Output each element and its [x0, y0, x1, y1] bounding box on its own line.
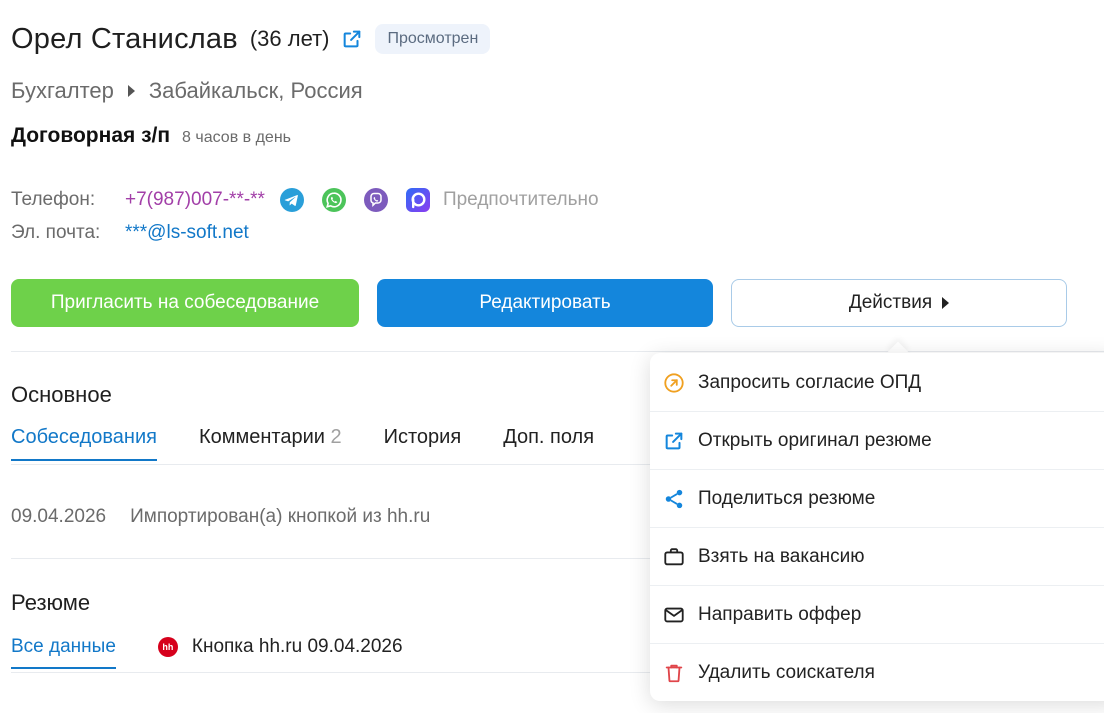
- menu-item-label: Открыть оригинал резюме: [698, 430, 932, 451]
- menu-item-delete-candidate[interactable]: Удалить соискателя: [650, 644, 1104, 702]
- menu-item-label: Удалить соискателя: [698, 662, 875, 683]
- salary-row: Договорная з/п 8 часов в день: [11, 124, 291, 148]
- tab-label: Комментарии: [198, 426, 325, 448]
- email-value[interactable]: ***@ls-soft.net: [125, 222, 249, 244]
- tab-all-data[interactable]: Все данные: [11, 636, 116, 669]
- arrow-right-icon: [942, 297, 950, 309]
- external-link-icon: [662, 429, 686, 453]
- hh-logo-icon: hh: [157, 637, 178, 657]
- salary-label: Договорная з/п: [11, 124, 171, 147]
- email-label: Эл. почта:: [11, 222, 101, 243]
- actions-button-label: Действия: [848, 292, 933, 313]
- menu-item-open-original[interactable]: Открыть оригинал резюме: [650, 412, 1104, 470]
- tab-history[interactable]: История: [384, 426, 462, 459]
- menu-item-label: Направить оффер: [698, 604, 862, 625]
- max-messenger-icon[interactable]: [405, 187, 431, 213]
- viber-icon[interactable]: [363, 187, 389, 213]
- menu-item-label: Взять на вакансию: [698, 546, 865, 567]
- telegram-icon[interactable]: [279, 187, 305, 213]
- resume-section-title: Резюме: [11, 590, 91, 615]
- trash-icon: [662, 661, 686, 685]
- preferred-contact-text: Предпочтительно: [442, 189, 599, 210]
- share-icon: [662, 487, 686, 511]
- tab-label: Доп. поля: [503, 426, 595, 448]
- menu-item-request-consent[interactable]: Запросить согласие ОПД: [650, 354, 1104, 412]
- position-row: Бухгалтер Забайкальск, Россия: [11, 78, 363, 104]
- tab-hh-source[interactable]: hh Кнопка hh.ru 09.04.2026: [157, 636, 403, 668]
- tab-label: Собеседования: [11, 426, 157, 448]
- phone-row: Телефон: +7(987)007-**-** Предпочтительн…: [11, 187, 599, 213]
- candidate-card: Орел Станислав (36 лет) Просмотрен Бухга…: [0, 0, 1104, 713]
- invite-interview-button[interactable]: Пригласить на собеседование: [11, 279, 359, 327]
- position-title: Бухгалтер: [11, 78, 114, 103]
- menu-item-label: Поделиться резюме: [698, 488, 876, 509]
- resume-tabs: Все данные hh Кнопка hh.ru 09.04.2026: [11, 636, 403, 669]
- edit-button[interactable]: Редактировать: [377, 279, 713, 327]
- candidate-age: (36 лет): [249, 26, 330, 51]
- main-tabs: Собеседования Комментарии 2 История Доп.…: [11, 426, 636, 461]
- work-hours: 8 часов в день: [182, 129, 291, 146]
- menu-item-send-offer[interactable]: Направить оффер: [650, 586, 1104, 644]
- divider: [11, 351, 1104, 352]
- phone-label: Телефон:: [11, 189, 96, 210]
- external-link-icon[interactable]: [341, 28, 363, 50]
- event-text: Импортирован(а) кнопкой из hh.ru: [130, 506, 431, 527]
- title-row: Орел Станислав (36 лет) Просмотрен: [11, 20, 491, 58]
- event-row: 09.04.2026 Импортирован(а) кнопкой из hh…: [11, 506, 430, 528]
- consent-arrow-icon: [662, 371, 686, 395]
- briefcase-icon: [662, 545, 686, 569]
- menu-item-assign-vacancy[interactable]: Взять на вакансию: [650, 528, 1104, 586]
- arrow-right-icon: [127, 85, 135, 97]
- tab-interviews[interactable]: Собеседования: [11, 426, 157, 461]
- whatsapp-icon[interactable]: [321, 187, 347, 213]
- location: Забайкальск, Россия: [148, 78, 363, 103]
- candidate-name: Орел Станислав: [11, 22, 238, 55]
- hh-source-label: Кнопка hh.ru 09.04.2026: [191, 636, 403, 657]
- tab-label: История: [383, 426, 462, 448]
- tab-extra-fields[interactable]: Доп. поля: [503, 426, 594, 459]
- main-section-title: Основное: [11, 382, 112, 407]
- phone-value[interactable]: +7(987)007-**-**: [125, 189, 265, 211]
- tab-count-badge: 2: [330, 426, 342, 448]
- status-badge: Просмотрен: [375, 24, 491, 54]
- menu-item-label: Запросить согласие ОПД: [698, 372, 922, 393]
- menu-item-share-resume[interactable]: Поделиться резюме: [650, 470, 1104, 528]
- event-date: 09.04.2026: [11, 506, 107, 527]
- actions-menu: Запросить согласие ОПД Открыть оригинал …: [650, 353, 1104, 701]
- envelope-icon: [662, 603, 686, 627]
- email-row: Эл. почта: ***@ls-soft.net: [11, 222, 249, 244]
- tab-comments[interactable]: Комментарии 2: [199, 426, 342, 459]
- actions-button[interactable]: Действия: [731, 279, 1067, 327]
